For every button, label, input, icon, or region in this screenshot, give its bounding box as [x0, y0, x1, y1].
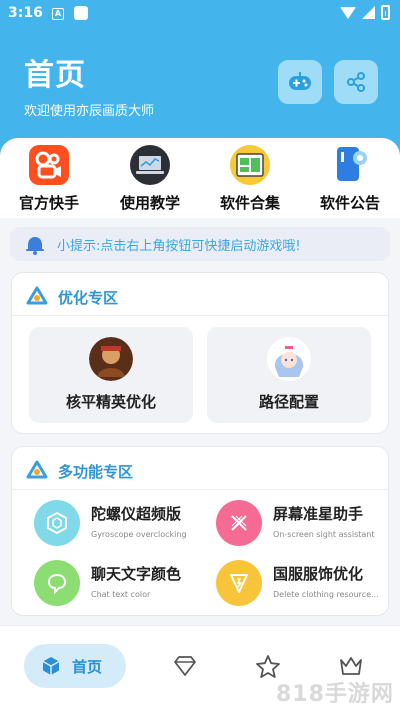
shield-icon: [216, 560, 262, 606]
section-logo-icon: [26, 286, 48, 305]
feature-title: 国服服饰优化: [273, 565, 364, 583]
quick-nav-label: 软件合集: [219, 194, 280, 212]
tip-text: 小提示:点击右上角按钮可快捷启动游戏哦!: [57, 239, 301, 254]
diamond-icon: [174, 656, 196, 676]
section-header: 优化专区: [26, 286, 118, 308]
quick-nav-official-kuaishou[interactable]: 官方快手: [9, 144, 89, 213]
nav-label: 首页: [72, 657, 103, 676]
chat-bubble-icon: [34, 560, 80, 606]
feature-subtitle: Chat text color: [91, 590, 151, 599]
chat-text-color-item[interactable]: 聊天文字颜色 Chat text color: [34, 560, 209, 618]
share-button[interactable]: [334, 60, 378, 104]
section-title: 多功能专区: [58, 462, 134, 481]
crosshair-x-icon: [216, 500, 262, 546]
card-label: 核平精英优化: [65, 393, 156, 411]
quick-nav-announcement[interactable]: 软件公告: [310, 144, 390, 213]
multi-function-section: 多功能专区 陀螺仪超频版 Gyroscope overclocking 屏幕准星…: [11, 446, 389, 616]
section-title: 优化专区: [58, 288, 119, 307]
section-logo-icon: [26, 460, 48, 479]
share-icon: [347, 72, 365, 92]
quick-nav-label: 使用教学: [119, 194, 180, 212]
tip-bar[interactable]: 小提示:点击右上角按钮可快捷启动游戏哦!: [10, 227, 390, 261]
peace-elite-optimize-card[interactable]: 核平精英优化: [29, 327, 193, 423]
optimize-section: 优化专区 核平精英优化 路径配置: [11, 272, 389, 434]
clothing-optimize-item[interactable]: 国服服饰优化 Delete clothing resource...: [216, 560, 391, 618]
feature-title: 屏幕准星助手: [273, 505, 364, 523]
hexagon-icon: [34, 500, 80, 546]
feature-subtitle: On-screen sight assistant: [273, 530, 375, 539]
page-title: 首页: [24, 58, 86, 93]
laptop-icon: [130, 145, 170, 185]
watermark: 818手游网: [276, 682, 394, 707]
quick-nav-label: 软件公告: [319, 194, 380, 212]
divider: [12, 315, 388, 316]
gyroscope-overclock-item[interactable]: 陀螺仪超频版 Gyroscope overclocking: [34, 500, 209, 558]
feature-title: 聊天文字颜色: [91, 565, 182, 583]
gamepad-icon: [289, 72, 311, 90]
status-time: 3:16: [8, 5, 43, 21]
game-character-avatar: [89, 337, 133, 381]
page-subtitle: 欢迎使用亦辰画质大师: [24, 104, 155, 119]
battery-icon: [381, 5, 390, 20]
card-label: 路径配置: [258, 393, 319, 411]
app-collection-icon: [230, 145, 270, 185]
crosshair-assistant-item[interactable]: 屏幕准星助手 On-screen sight assistant: [216, 500, 391, 558]
feature-subtitle: Delete clothing resource...: [273, 590, 379, 599]
quick-nav-tutorial[interactable]: 使用教学: [110, 144, 190, 213]
feature-title: 陀螺仪超频版: [91, 505, 182, 523]
divider: [12, 489, 388, 490]
announcement-icon: [337, 147, 367, 181]
home-cube-icon: [42, 657, 60, 675]
signal-icon: [362, 6, 375, 19]
anime-girl-avatar: [267, 337, 311, 381]
notification-square-icon: [74, 6, 88, 20]
header-banner: 3:16 A 首页 欢迎使用亦辰画质大师: [0, 0, 400, 160]
feature-subtitle: Gyroscope overclocking: [91, 530, 187, 539]
kuaishou-logo-icon: [29, 145, 69, 185]
section-header: 多功能专区: [26, 460, 133, 482]
nav-home-tab[interactable]: 首页: [24, 644, 126, 688]
path-config-card[interactable]: 路径配置: [207, 327, 371, 423]
crown-icon: [340, 657, 362, 675]
bell-icon: [26, 237, 44, 255]
notification-a-icon: A: [52, 8, 64, 20]
wifi-icon: [340, 6, 356, 19]
status-bar: 3:16 A: [0, 0, 400, 28]
quick-nav-label: 官方快手: [18, 194, 79, 212]
nav-diamond-tab[interactable]: [172, 654, 198, 682]
game-launch-button[interactable]: [278, 60, 322, 104]
quick-nav-software-collection[interactable]: 软件合集: [210, 144, 290, 213]
